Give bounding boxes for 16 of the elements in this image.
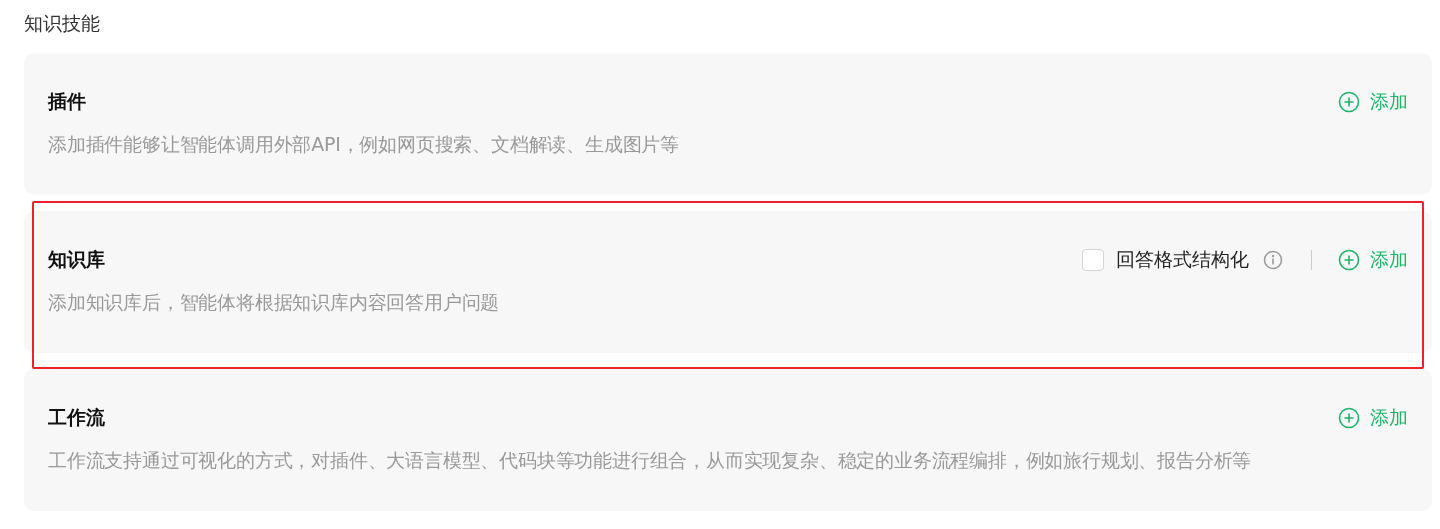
- add-button[interactable]: 添加: [1338, 405, 1408, 431]
- plus-circle-icon: [1338, 91, 1360, 113]
- card-title: 知识库: [48, 247, 106, 272]
- plus-circle-icon: [1338, 407, 1360, 429]
- card-title: 插件: [48, 89, 87, 114]
- info-icon[interactable]: [1262, 250, 1283, 270]
- plus-circle-icon: [1338, 249, 1360, 271]
- checkbox[interactable]: [1081, 249, 1104, 271]
- checkbox-label: 回答格式结构化: [1115, 247, 1249, 272]
- card-description: 添加知识库后，智能体将根据知识库内容回答用户问题: [48, 290, 501, 315]
- card-description: 添加插件能够让智能体调用外部API，例如网页搜索、文档解读、生成图片等: [48, 132, 681, 157]
- add-button[interactable]: 添加: [1338, 89, 1408, 115]
- card-title: 工作流: [48, 405, 106, 430]
- card-description: 工作流支持通过可视化的方式，对插件、大语言模型、代码块等功能进行组合，从而实现复杂、稳定的业务流程编排，例如旅行规划、报告分析等: [48, 448, 1253, 473]
- section-heading: 知识技能: [24, 11, 101, 36]
- add-button[interactable]: 添加: [1338, 247, 1408, 273]
